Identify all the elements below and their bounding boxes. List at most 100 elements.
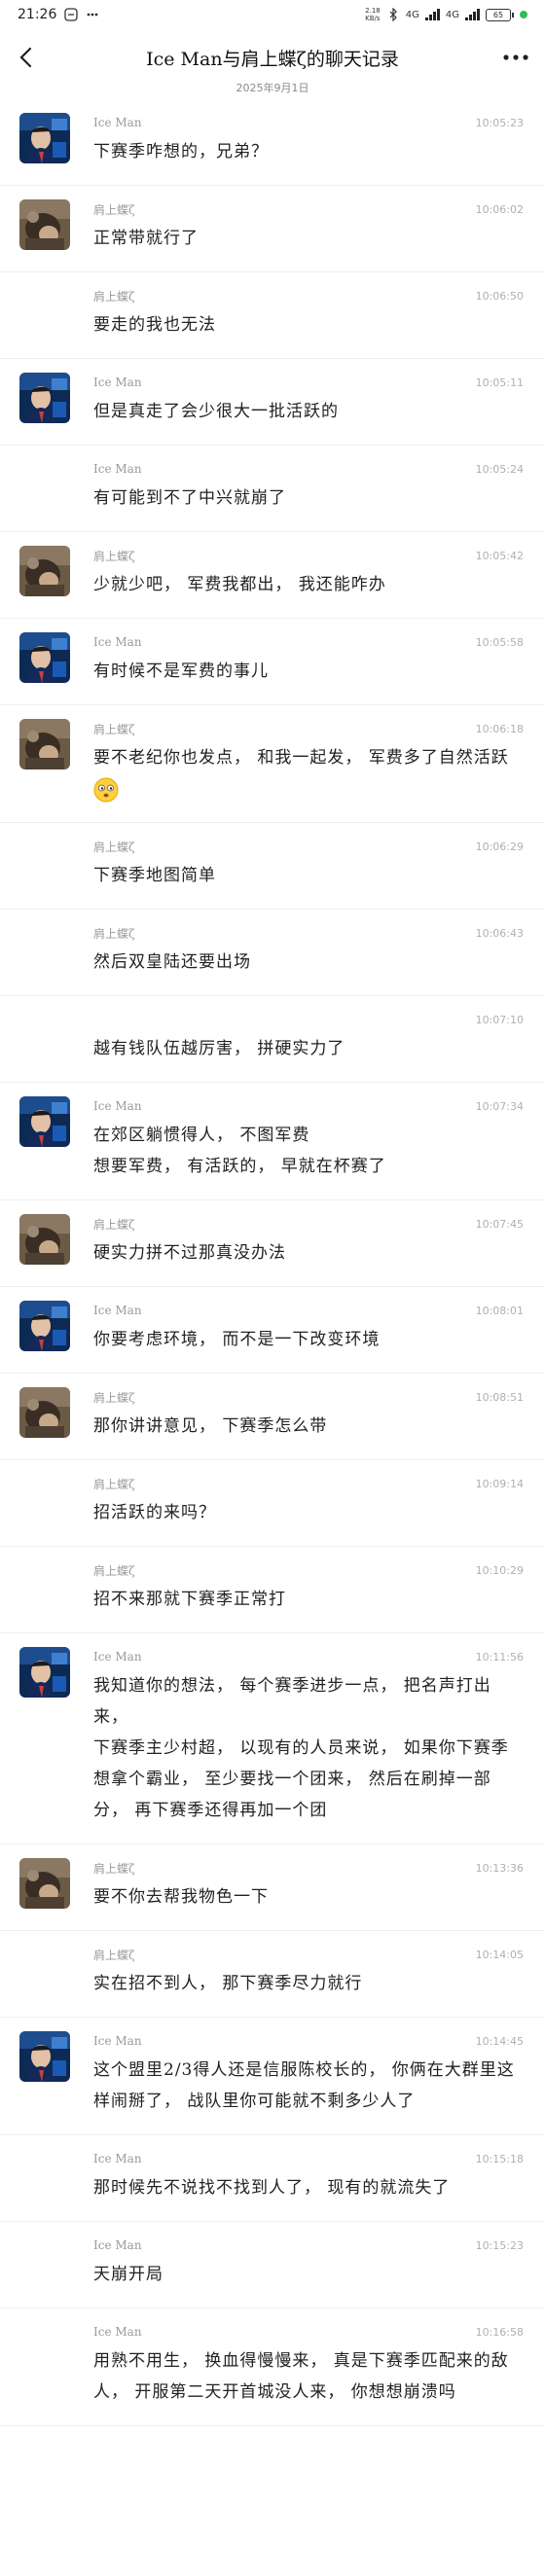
avatar-butterfly[interactable] [19, 1858, 70, 1909]
message-text: 有可能到不了中兴就崩了 [93, 483, 524, 514]
message-time: 10:07:45 [475, 1217, 524, 1231]
message-item[interactable]: Ice Man 10:11:56 我知道你的想法， 每个赛季进步一点， 把名声打出来… [0, 1633, 545, 1844]
message-content: Ice Man 10:16:58 用熟不用生， 换血得慢慢来， 真是下赛季匹配来的敌… [93, 2322, 524, 2408]
message-item[interactable]: 肩上蝶ζ 10:06:50 要走的我也无法 [0, 272, 545, 359]
sender-name: 肩上蝶ζ [93, 926, 135, 941]
avatar-iceman[interactable] [19, 632, 70, 683]
sender-name: 肩上蝶ζ [93, 1948, 135, 1962]
message-item[interactable]: 肩上蝶ζ 10:08:51 那你讲讲意见， 下赛季怎么带 [0, 1374, 545, 1460]
avatar-butterfly[interactable] [19, 719, 70, 769]
message-text-body: 下赛季咋想的，兄弟？ [93, 142, 269, 161]
message-time: 10:08:51 [475, 1390, 524, 1404]
message-text: 招不来那就下赛季正常打 [93, 1584, 524, 1615]
message-item[interactable]: 10:07:10 越有钱队伍越厉害， 拼硬实力了 [0, 996, 545, 1083]
message-meta: 肩上蝶ζ 10:06:18 [93, 719, 524, 738]
avatar-iceman[interactable] [19, 1301, 70, 1351]
message-item[interactable]: Ice Man 10:05:24 有可能到不了中兴就崩了 [0, 446, 545, 532]
message-item[interactable]: 肩上蝶ζ 10:13:36 要不你去帮我物色一下 [0, 1844, 545, 1931]
message-meta: 肩上蝶ζ 10:13:36 [93, 1858, 524, 1878]
avatar-butterfly[interactable] [19, 1214, 70, 1265]
back-arrow-icon[interactable] [14, 45, 39, 70]
avatar-slot [19, 113, 70, 163]
message-time: 10:11:56 [475, 1650, 524, 1664]
avatar-slot [19, 1010, 70, 1060]
message-text-body: 下赛季地图简单 [93, 866, 216, 885]
message-meta: Ice Man 10:16:58 [93, 2322, 524, 2342]
message-item[interactable]: Ice Man 10:07:34 在郊区躺惯得人， 不图军费 想要军费， 有活跃的，… [0, 1083, 545, 1200]
avatar-butterfly[interactable] [19, 546, 70, 596]
message-list: Ice Man 10:05:23 下赛季咋想的，兄弟？ 肩上蝶ζ 10:06:02 正常带… [0, 99, 545, 2426]
message-item[interactable]: Ice Man 10:05:11 但是真走了会少很大一批活跃的 [0, 359, 545, 446]
message-meta: 肩上蝶ζ 10:10:29 [93, 1560, 524, 1580]
avatar-iceman[interactable] [19, 373, 70, 423]
message-meta: 10:07:10 [93, 1010, 524, 1029]
message-item[interactable]: 肩上蝶ζ 10:14:05 实在招不到人， 那下赛季尽力就行 [0, 1931, 545, 2018]
message-item[interactable]: Ice Man 10:15:18 那时候先不说找不找到人了， 现有的就流失了 [0, 2135, 545, 2222]
message-content: Ice Man 10:05:24 有可能到不了中兴就崩了 [93, 459, 524, 514]
avatar-slot [19, 632, 70, 683]
bluetooth-icon [389, 8, 397, 21]
message-item[interactable]: Ice Man 10:16:58 用熟不用生， 换血得慢慢来， 真是下赛季匹配来的敌… [0, 2308, 545, 2426]
message-item[interactable]: 肩上蝶ζ 10:09:14 招活跃的来吗？ [0, 1460, 545, 1547]
avatar-butterfly[interactable] [19, 1387, 70, 1438]
message-item[interactable]: Ice Man 10:14:45 这个盟里2/3得人还是信服陈校长的， 你俩在大群里… [0, 2018, 545, 2135]
message-item[interactable]: 肩上蝶ζ 10:07:45 硬实力拼不过那真没办法 [0, 1200, 545, 1287]
message-item[interactable]: 肩上蝶ζ 10:06:29 下赛季地图简单 [0, 823, 545, 910]
clock: 21:26 [18, 7, 57, 22]
avatar-iceman[interactable] [19, 2031, 70, 2082]
sender-name: Ice Man [93, 2238, 142, 2252]
message-time: 10:05:42 [475, 549, 524, 562]
message-meta: Ice Man 10:05:11 [93, 373, 524, 392]
message-text: 你要考虑环境， 而不是一下改变环境 [93, 1324, 524, 1355]
message-meta: 肩上蝶ζ 10:06:29 [93, 837, 524, 856]
message-item[interactable]: 肩上蝶ζ 10:10:29 招不来那就下赛季正常打 [0, 1547, 545, 1633]
message-meta: Ice Man 10:15:23 [93, 2236, 524, 2255]
avatar-slot [19, 1387, 70, 1438]
message-item[interactable]: Ice Man 10:05:23 下赛季咋想的，兄弟？ [0, 99, 545, 186]
message-time: 10:14:45 [475, 2034, 524, 2048]
chat-header: Ice Man与肩上蝶ζ的聊天记录 [0, 29, 545, 86]
avatar-iceman[interactable] [19, 113, 70, 163]
more-options-icon[interactable] [500, 47, 531, 68]
message-item[interactable]: Ice Man 10:08:01 你要考虑环境， 而不是一下改变环境 [0, 1287, 545, 1374]
avatar-slot [19, 1214, 70, 1265]
message-meta: 肩上蝶ζ 10:07:45 [93, 1214, 524, 1234]
sender-name: 肩上蝶ζ [93, 1477, 135, 1491]
signal-icon-2 [465, 9, 480, 20]
message-text: 天崩开局 [93, 2259, 524, 2290]
message-item[interactable]: 肩上蝶ζ 10:06:43 然后双皇陆还要出场 [0, 910, 545, 996]
message-content: 肩上蝶ζ 10:14:05 实在招不到人， 那下赛季尽力就行 [93, 1945, 524, 1999]
message-content: Ice Man 10:11:56 我知道你的想法， 每个赛季进步一点， 把名声打出来… [93, 1647, 524, 1826]
message-content: Ice Man 10:05:23 下赛季咋想的，兄弟？ [93, 113, 524, 167]
message-text-body: 然后双皇陆还要出场 [93, 952, 251, 972]
message-content: Ice Man 10:05:11 但是真走了会少很大一批活跃的 [93, 373, 524, 427]
avatar-slot [19, 1858, 70, 1909]
sender-name: Ice Man [93, 1650, 142, 1664]
message-text-body: 我知道你的想法， 每个赛季进步一点， 把名声打出来， 下赛季主少村超， 以现有的… [93, 1676, 509, 1820]
message-text: 有时候不是军费的事儿 [93, 656, 524, 687]
message-text: 在郊区躺惯得人， 不图军费 想要军费， 有活跃的， 早就在杯赛了 [93, 1120, 524, 1182]
sender-name: 肩上蝶ζ [93, 722, 135, 736]
message-text: 正常带就行了 [93, 223, 524, 254]
avatar-iceman[interactable] [19, 1096, 70, 1147]
message-content: Ice Man 10:15:18 那时候先不说找不找到人了， 现有的就流失了 [93, 2149, 524, 2203]
sender-name: Ice Man [93, 635, 142, 649]
message-item[interactable]: Ice Man 10:05:58 有时候不是军费的事儿 [0, 619, 545, 705]
avatar-iceman[interactable] [19, 1647, 70, 1698]
network-type-2: 4G [445, 9, 459, 20]
message-item[interactable]: 肩上蝶ζ 10:06:02 正常带就行了 [0, 186, 545, 272]
sender-name: Ice Man [93, 1099, 142, 1113]
message-time: 10:06:02 [475, 202, 524, 216]
avatar-butterfly[interactable] [19, 199, 70, 250]
avatar-slot [19, 373, 70, 423]
message-item[interactable]: 肩上蝶ζ 10:05:42 少就少吧， 军费我都出， 我还能咋办 [0, 532, 545, 619]
message-item[interactable]: 肩上蝶ζ 10:06:18 要不老纪你也发点， 和我一起发， 军费多了自然活跃 [0, 705, 545, 823]
message-time: 10:06:43 [475, 926, 524, 940]
message-time: 10:08:01 [475, 1304, 524, 1317]
avatar-slot [19, 1560, 70, 1611]
sender-name: 肩上蝶ζ [93, 840, 135, 854]
message-text: 招活跃的来吗？ [93, 1497, 524, 1528]
message-item[interactable]: Ice Man 10:15:23 天崩开局 [0, 2222, 545, 2308]
message-content: 肩上蝶ζ 10:09:14 招活跃的来吗？ [93, 1474, 524, 1528]
avatar-slot [19, 2031, 70, 2082]
